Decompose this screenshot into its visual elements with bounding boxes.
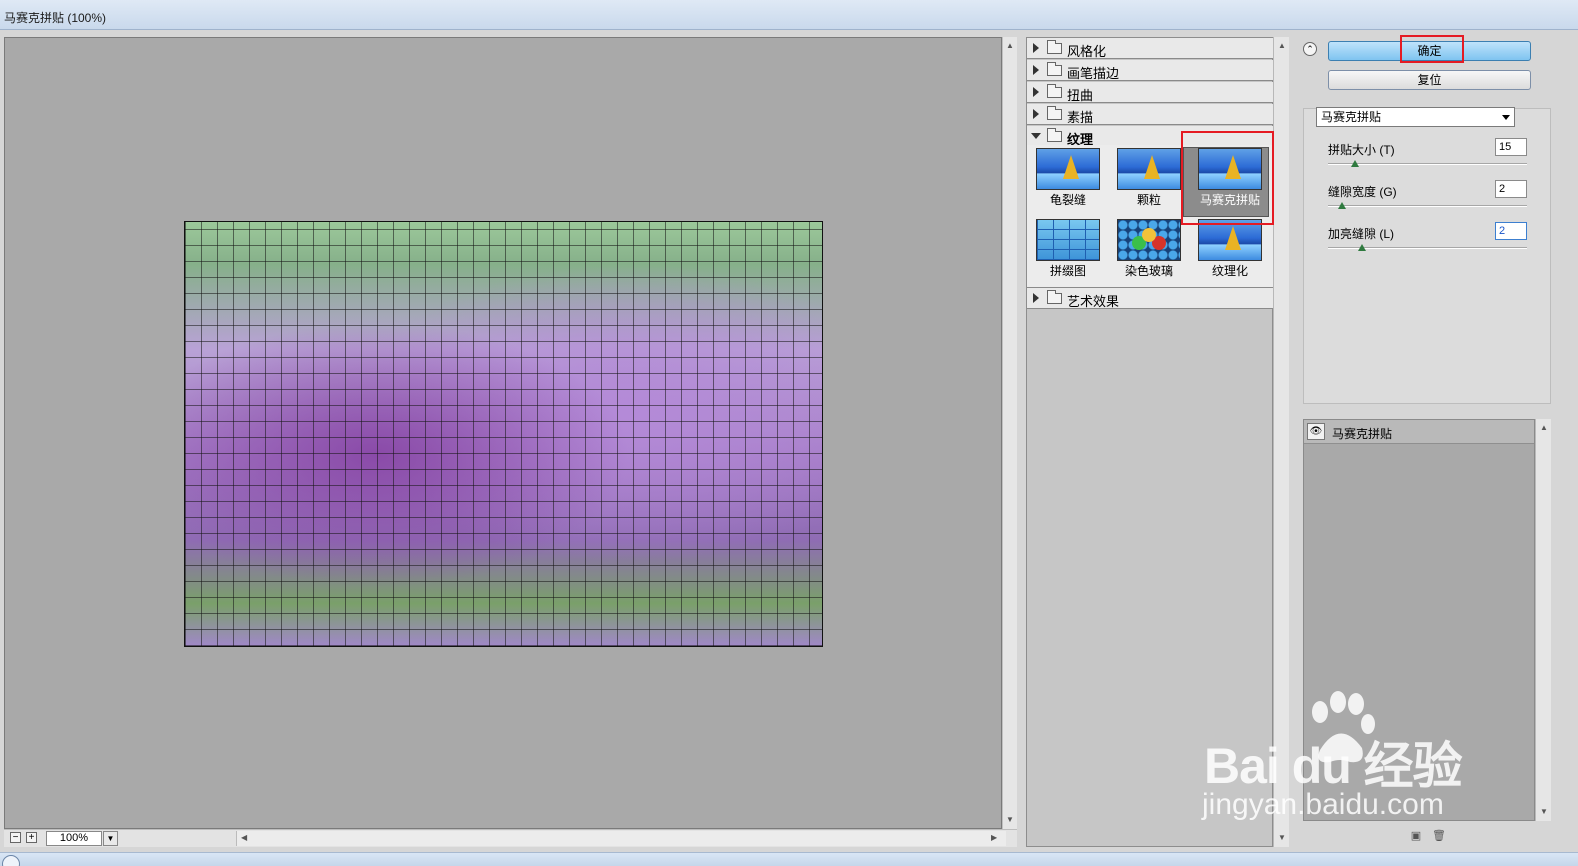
expand-icon [1033,43,1039,53]
bottom-strip [0,852,1578,866]
delete-effect-layer-icon[interactable]: 🗑 [1432,830,1446,842]
layers-scrollbar[interactable]: ▲ ▼ [1535,419,1551,821]
category-label: 素描 [1067,110,1094,125]
folder-open-icon [1047,128,1062,142]
filter-select-value: 马赛克拼贴 [1321,110,1382,124]
grout-width-input[interactable]: 2 [1495,180,1527,198]
lighten-grout-slider-handle[interactable] [1358,244,1366,251]
baidu-watermark: Bai du 经验 jingyan.baidu.com [1200,690,1500,830]
reset-button[interactable]: 复位 [1328,70,1531,90]
category-sketch[interactable]: 素描 [1027,104,1273,125]
scroll-down-icon[interactable]: ▼ [1006,815,1014,824]
expand-icon [1033,109,1039,119]
grout-width-label: 缝隙宽度 (G) [1328,185,1397,199]
lighten-grout-label: 加亮缝隙 (L) [1328,227,1395,241]
scroll-left-icon[interactable]: ◀ [241,833,247,842]
filter-label: 拼缀图 [1049,264,1086,278]
category-label: 扭曲 [1067,88,1094,103]
folder-icon [1047,62,1062,76]
folder-icon [1047,40,1062,54]
zoom-dropdown-button[interactable]: ▼ [103,831,118,846]
visibility-eye-icon[interactable]: 👁 [1307,423,1325,440]
grout-width-slider-handle[interactable] [1338,202,1346,209]
watermark-url: jingyan.baidu.com [1202,788,1444,821]
category-distort[interactable]: 扭曲 [1027,82,1273,103]
preview-footer: − + 100% ▼ ◀ ▶ [4,829,1017,847]
scroll-up-icon[interactable]: ▲ [1278,41,1286,50]
preview-area[interactable] [4,37,1002,829]
expand-icon [1033,293,1039,303]
category-artistic[interactable]: 艺术效果 [1027,288,1273,309]
scroll-down-icon[interactable]: ▼ [1540,807,1548,816]
filter-thumb-craquelure[interactable] [1036,148,1100,190]
status-circle-icon [2,855,20,866]
annotation-highlight-thumbnail [1181,131,1274,225]
window-title: 马赛克拼贴 (100%) [4,11,107,25]
category-brush-strokes[interactable]: 画笔描边 [1027,60,1273,81]
folder-icon [1047,290,1062,304]
lighten-grout-input[interactable]: 2 [1495,222,1527,240]
filter-label: 龟裂缝 [1049,193,1086,207]
effect-layer-name: 马赛克拼贴 [1332,427,1393,441]
category-label: 画笔描边 [1067,66,1120,81]
preview-vertical-scrollbar[interactable]: ▲ ▼ [1002,37,1017,829]
filter-label: 颗粒 [1136,193,1161,207]
zoom-in-button[interactable]: + [26,832,37,843]
filter-label: 纹理化 [1211,264,1248,278]
preview-horizontal-scrollbar[interactable]: ◀ ▶ [236,831,1006,846]
scroll-right-icon[interactable]: ▶ [991,833,997,842]
zoom-level-field[interactable]: 100% [46,831,102,846]
filter-thumb-grain[interactable] [1117,148,1181,190]
filter-thumb-texturizer[interactable] [1198,219,1262,261]
collapse-icon [1031,133,1041,139]
effect-layer-row[interactable]: 👁 马赛克拼贴 [1304,420,1534,444]
filter-thumb-patchwork[interactable] [1036,219,1100,261]
chevron-down-icon [1502,115,1510,120]
category-stylize[interactable]: 风格化 [1027,38,1273,59]
new-effect-layer-icon[interactable]: ▣ [1410,830,1422,842]
category-label: 风格化 [1067,44,1107,59]
grout-width-slider-track[interactable] [1328,205,1527,207]
preview-image[interactable] [184,221,823,647]
folder-icon [1047,106,1062,120]
expand-icon [1033,87,1039,97]
folder-icon [1047,84,1062,98]
scroll-down-icon[interactable]: ▼ [1278,833,1286,842]
filter-select[interactable]: 马赛克拼贴 [1316,107,1515,127]
scroll-up-icon[interactable]: ▲ [1540,423,1548,432]
annotation-highlight-ok [1400,35,1464,63]
tile-size-slider-handle[interactable] [1351,160,1359,167]
tile-size-input[interactable]: 15 [1495,138,1527,156]
zoom-out-button[interactable]: − [10,832,21,843]
collapse-gallery-icon[interactable]: ⌃ [1303,42,1317,56]
filter-thumb-stained-glass[interactable] [1117,219,1181,261]
tile-size-label: 拼贴大小 (T) [1328,143,1395,157]
scroll-up-icon[interactable]: ▲ [1006,41,1014,50]
category-label: 艺术效果 [1067,294,1120,309]
expand-icon [1033,65,1039,75]
filter-label: 染色玻璃 [1124,264,1173,278]
title-bar: 马赛克拼贴 (100%) [0,0,1578,30]
